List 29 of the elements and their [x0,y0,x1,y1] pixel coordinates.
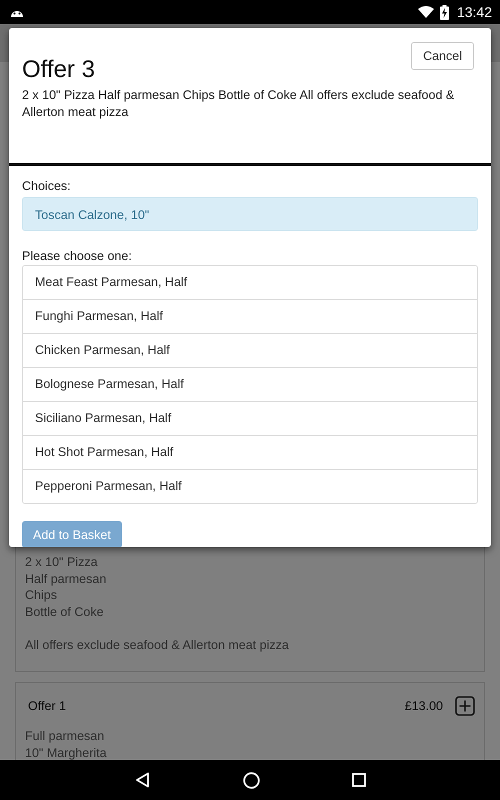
add-icon[interactable] [455,696,475,716]
offer-line: Full parmesan [25,728,106,744]
back-icon[interactable] [134,772,150,788]
offer-line: 2 x 10" Pizza [25,554,99,570]
recents-icon[interactable] [352,773,366,787]
option-item[interactable]: Chicken Parmesan, Half [23,333,477,367]
option-item[interactable]: Funghi Parmesan, Half [23,299,477,333]
option-item[interactable]: Meat Feast Parmesan, Half [23,266,477,299]
offer-note: All offers exclude seafood & Allerton meat pizza [25,636,290,653]
home-icon[interactable] [242,772,260,788]
offer-line: Half parmesan [25,570,108,587]
battery-icon [440,4,449,20]
option-item[interactable]: Bolognese Parmesan, Half [23,367,477,401]
option-item[interactable]: Siciliano Parmesan, Half [23,401,477,435]
offer-line: Bottle of Coke [25,604,105,620]
dialog-description: 2 x 10" Pizza Half parmesan Chips Bottle of Coke All offers exclude seafood & Allerton meat pizza [22,87,456,121]
option-item[interactable]: Pepperoni Parmesan, Half [23,469,477,503]
chosen-item: Toscan Calzone, 10" [22,197,478,231]
wifi-icon [418,6,434,18]
offer-line: 10" Margherita [25,744,108,760]
offer-line: Chips [25,587,58,604]
options-label: Please choose one: [22,248,133,265]
offer-price: £13.00 [404,699,443,713]
status-time: 13:42 [456,4,492,20]
dialog-title: Offer 3 [22,55,95,85]
choices-label: Choices: [22,178,72,195]
option-item[interactable]: Hot Shot Parmesan, Half [23,435,477,469]
offer-title: Offer 1 [28,699,67,713]
cancel-button[interactable]: Cancel [411,42,474,70]
